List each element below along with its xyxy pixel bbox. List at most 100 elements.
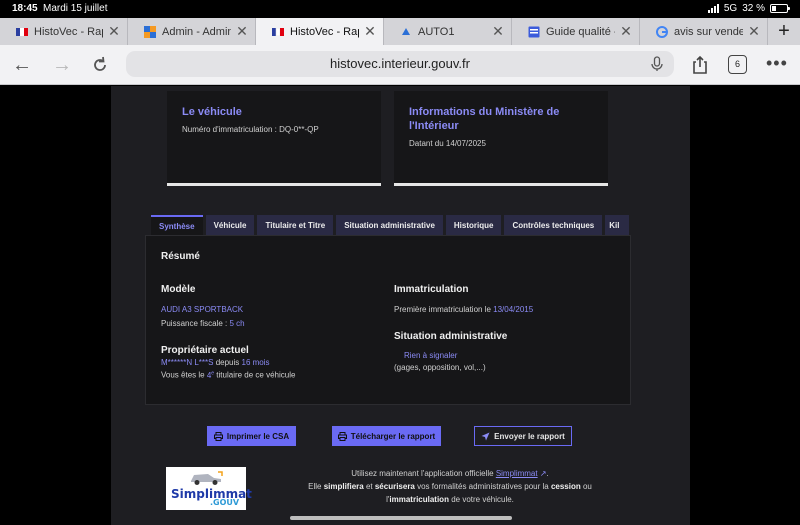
promo-line-1-end: .: [546, 469, 549, 478]
battery-fill: [772, 6, 777, 11]
send-report-label: Envoyer le rapport: [494, 431, 565, 441]
model-heading: Modèle: [161, 284, 196, 295]
admin-icon: [144, 25, 156, 38]
admin-status: Rien à signaler: [404, 351, 458, 360]
vehicle-card-title: Le véhicule: [182, 106, 242, 118]
owner-heading: Propriétaire actuel: [161, 345, 249, 356]
share-icon: [693, 55, 707, 74]
simplimmat-link[interactable]: Simplimmat: [496, 469, 538, 478]
status-indicators: 5G 32 %: [707, 3, 790, 14]
admin-detail: (gages, opposition, vol,...): [394, 363, 486, 372]
tab-situation-administrative[interactable]: Situation administrative: [336, 215, 443, 235]
close-icon[interactable]: ✕: [107, 23, 121, 40]
new-tab-button[interactable]: +: [768, 18, 800, 45]
promo-text: vos formalités administratives pour la: [417, 482, 549, 491]
browser-tab-histovec-1[interactable]: HistoVec - Rapport ✕: [0, 18, 128, 45]
first-registration: Première immatriculation le 13/04/2015: [394, 305, 533, 314]
promo-bold: cession: [550, 482, 581, 491]
arrow-right-icon: →: [52, 54, 72, 76]
browser-toolbar: ← → histovec.interieur.gouv.fr 6 •••: [0, 45, 800, 85]
address-bar[interactable]: histovec.interieur.gouv.fr: [126, 51, 674, 77]
printer-icon: [213, 431, 223, 441]
status-date: Mardi 15 juillet: [43, 3, 108, 14]
tab-titulaire[interactable]: Titulaire et Titre: [257, 215, 334, 235]
signal-icon: [707, 4, 719, 13]
tab-switcher-button[interactable]: 6: [728, 55, 747, 74]
home-indicator[interactable]: [290, 516, 512, 520]
owner-rank-prefix: Vous êtes le: [161, 370, 205, 380]
tab-vehicule[interactable]: Véhicule: [205, 215, 255, 235]
vehicle-card: Le véhicule Numéro d'immatriculation : D…: [167, 91, 381, 186]
close-icon[interactable]: ✕: [363, 23, 377, 40]
simplimmat-logo[interactable]: Simplimmat .GOUV: [166, 467, 252, 510]
print-csa-button[interactable]: Imprimer le CSA: [207, 426, 296, 446]
send-report-button[interactable]: Envoyer le rapport: [474, 426, 572, 446]
summary-heading: Résumé: [161, 251, 200, 262]
promo-text: de votre véhicule.: [451, 495, 514, 504]
fiscal-power-label: Puissance fiscale :: [161, 319, 228, 328]
tab-controles-techniques[interactable]: Contrôles techniques: [504, 215, 603, 235]
plate-number: Numéro d'immatriculation : DQ-0**-QP: [182, 125, 319, 134]
first-registration-date: 13/04/2015: [493, 305, 534, 314]
promo-text: et: [365, 482, 373, 491]
status-time: 18:45: [12, 3, 38, 14]
close-icon[interactable]: ✕: [235, 23, 249, 40]
close-icon[interactable]: ✕: [619, 23, 633, 40]
tab-kilometrage[interactable]: Kil: [605, 215, 630, 235]
browser-tab-title: HistoVec - Rapport: [290, 25, 359, 38]
owner-rank-number: 4e: [207, 370, 215, 380]
tab-synthese[interactable]: Synthèse: [151, 215, 203, 235]
battery-icon: [770, 4, 790, 13]
browser-tab-auto1[interactable]: AUTO1 ✕: [384, 18, 512, 45]
model-name: AUDI A3 SPORTBACK: [161, 305, 244, 314]
car-icon: [191, 471, 223, 485]
browser-tab-google[interactable]: avis sur vendezvot ✕: [640, 18, 768, 45]
printer-icon: [337, 431, 347, 441]
browser-tab-title: HistoVec - Rapport: [34, 25, 103, 38]
browser-tab-guide[interactable]: Guide qualité - Co ✕: [512, 18, 640, 45]
close-icon[interactable]: ✕: [491, 23, 505, 40]
download-report-label: Télécharger le rapport: [350, 431, 436, 441]
fiscal-power-value: 5 ch: [229, 319, 245, 328]
plus-icon: +: [778, 20, 790, 42]
admin-heading: Situation administrative: [394, 331, 508, 342]
tab-historique[interactable]: Historique: [445, 215, 502, 235]
back-button[interactable]: ←: [10, 53, 34, 77]
guide-icon: [528, 26, 540, 38]
status-bar: 18:45 Mardi 15 juillet 5G 32 %: [0, 0, 800, 18]
browser-tab-title: Guide qualité - Co: [546, 25, 615, 38]
battery-percent: 32 %: [742, 3, 765, 14]
ministry-date: Datant du 14/07/2025: [409, 139, 486, 148]
promo-line-3: l'immatriculation de votre véhicule.: [275, 493, 625, 506]
web-page: Le véhicule Numéro d'immatriculation : D…: [0, 86, 800, 525]
first-registration-label: Première immatriculation le: [394, 305, 491, 314]
owner-rank: Vous êtes le 4e titulaire de ce véhicule: [161, 370, 295, 380]
promo-bold: sécurisera: [374, 482, 415, 491]
reload-icon: [94, 56, 106, 71]
auto1-icon: [400, 26, 412, 38]
owner-since-value: 16 mois: [241, 358, 270, 367]
network-type: 5G: [723, 3, 738, 14]
summary-panel: Résumé Modèle AUDI A3 SPORTBACK Puissanc…: [145, 235, 631, 405]
promo-text: Elle: [308, 482, 322, 491]
share-button[interactable]: [688, 53, 712, 77]
ministry-card-title: Informations du Ministère de l'Intérieur: [409, 106, 560, 132]
promo-text: ou: [582, 482, 592, 491]
registration-heading: Immatriculation: [394, 284, 469, 295]
forward-button[interactable]: →: [50, 53, 74, 77]
browser-tab-title: Admin - Admin Cli: [162, 25, 231, 38]
promo-line-1: Utilisez maintenant l'application offici…: [275, 467, 625, 480]
owner-rank-suffix: e: [211, 370, 215, 376]
simplimmat-promo: Utilisez maintenant l'application offici…: [275, 467, 625, 506]
browser-tab-admin[interactable]: Admin - Admin Cli ✕: [128, 18, 256, 45]
browser-tab-histovec-active[interactable]: HistoVec - Rapport ✕: [256, 18, 384, 45]
owner-line: M******N L***S depuis 16 mois: [161, 358, 270, 367]
microphone-icon[interactable]: [650, 56, 664, 72]
owner-name: M******N L***S: [161, 358, 214, 367]
browser-tab-title: AUTO1: [418, 25, 455, 38]
promo-bold: immatriculation: [389, 495, 449, 504]
reload-button[interactable]: [88, 53, 112, 77]
download-report-button[interactable]: Télécharger le rapport: [332, 426, 441, 446]
close-icon[interactable]: ✕: [747, 23, 761, 40]
more-menu-button[interactable]: •••: [766, 53, 788, 74]
